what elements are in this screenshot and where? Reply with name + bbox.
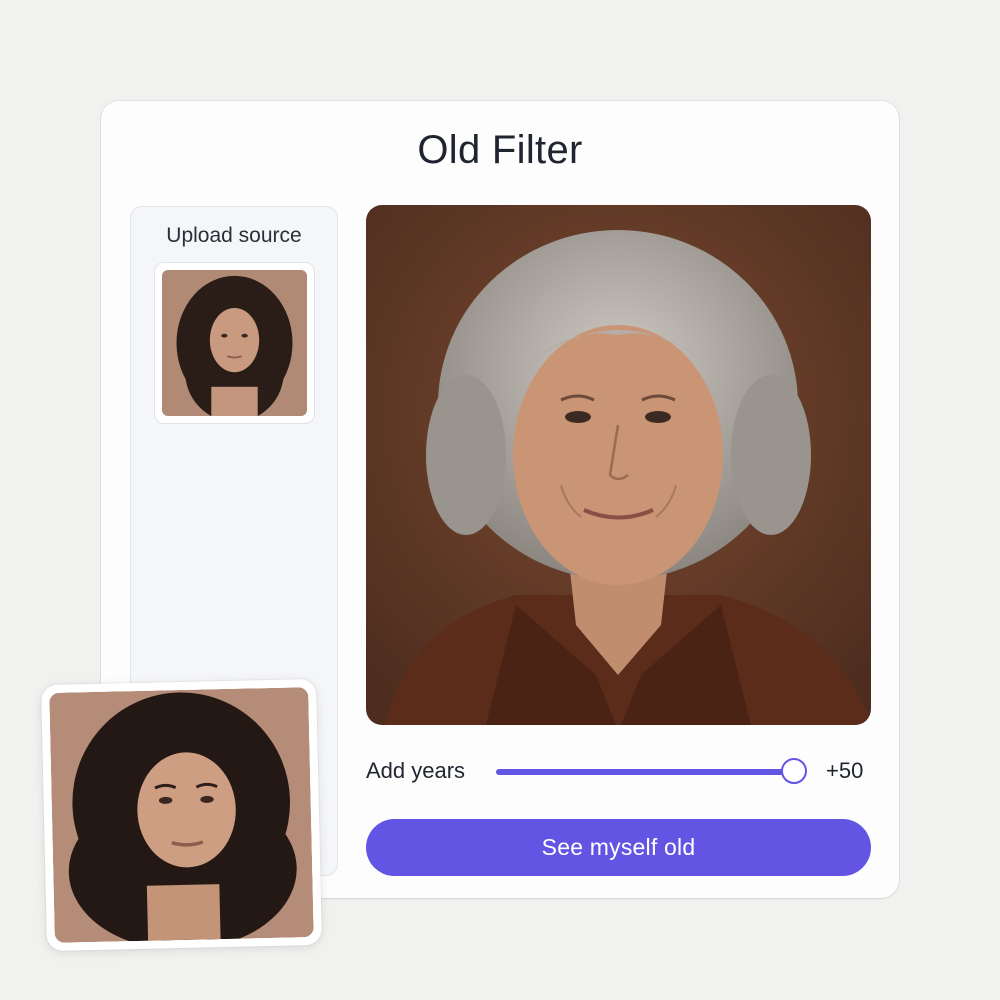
aged-result-image xyxy=(366,205,871,725)
source-portrait-image xyxy=(162,270,307,416)
page-title: Old Filter xyxy=(417,128,583,172)
years-slider-track[interactable] xyxy=(496,769,796,775)
years-slider-handle[interactable] xyxy=(781,758,807,784)
floating-source-portrait-image xyxy=(49,687,314,943)
add-years-label: Add years xyxy=(366,758,466,783)
source-thumbnail[interactable] xyxy=(154,262,315,424)
stage: Old Filter Upload source Add years +50 S… xyxy=(0,0,1000,1000)
see-myself-old-button[interactable]: See myself old xyxy=(366,819,871,876)
years-slider-value: +50 xyxy=(826,758,864,783)
aged-portrait-image xyxy=(366,205,871,725)
floating-source-preview xyxy=(41,678,322,952)
upload-source-label: Upload source xyxy=(166,224,302,247)
